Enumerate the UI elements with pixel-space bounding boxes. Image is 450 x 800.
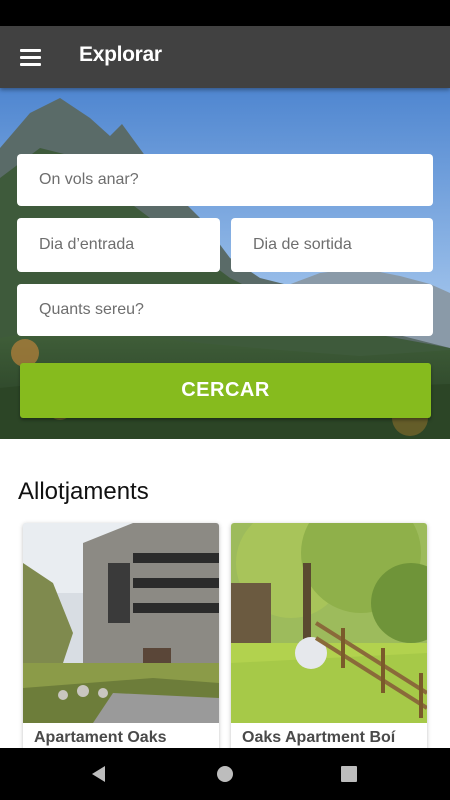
search-button[interactable]: CERCAR [20,363,431,418]
accommodation-name: Apartament Oaks [34,729,167,746]
section-title: Allotjaments [18,478,149,505]
checkout-date-field[interactable] [231,218,433,272]
menu-icon[interactable] [10,37,50,77]
back-triangle-icon[interactable] [87,762,111,786]
checkin-date-field[interactable] [17,218,220,272]
system-navigation-bar [0,748,450,800]
accommodation-photo [23,523,219,723]
destination-input[interactable] [17,154,433,206]
recent-square-icon[interactable] [337,762,361,786]
accommodation-card[interactable]: Oaks Apartment Boí [231,523,427,763]
status-bar [0,0,450,26]
accommodation-card[interactable]: Apartament Oaks [23,523,219,763]
home-circle-icon[interactable] [213,762,237,786]
accommodation-name: Oaks Apartment Boí [242,729,396,746]
app-bar: Explorar [0,26,450,88]
page-title: Explorar [79,43,162,66]
accommodation-photo [231,523,427,723]
guests-input[interactable] [17,284,433,336]
